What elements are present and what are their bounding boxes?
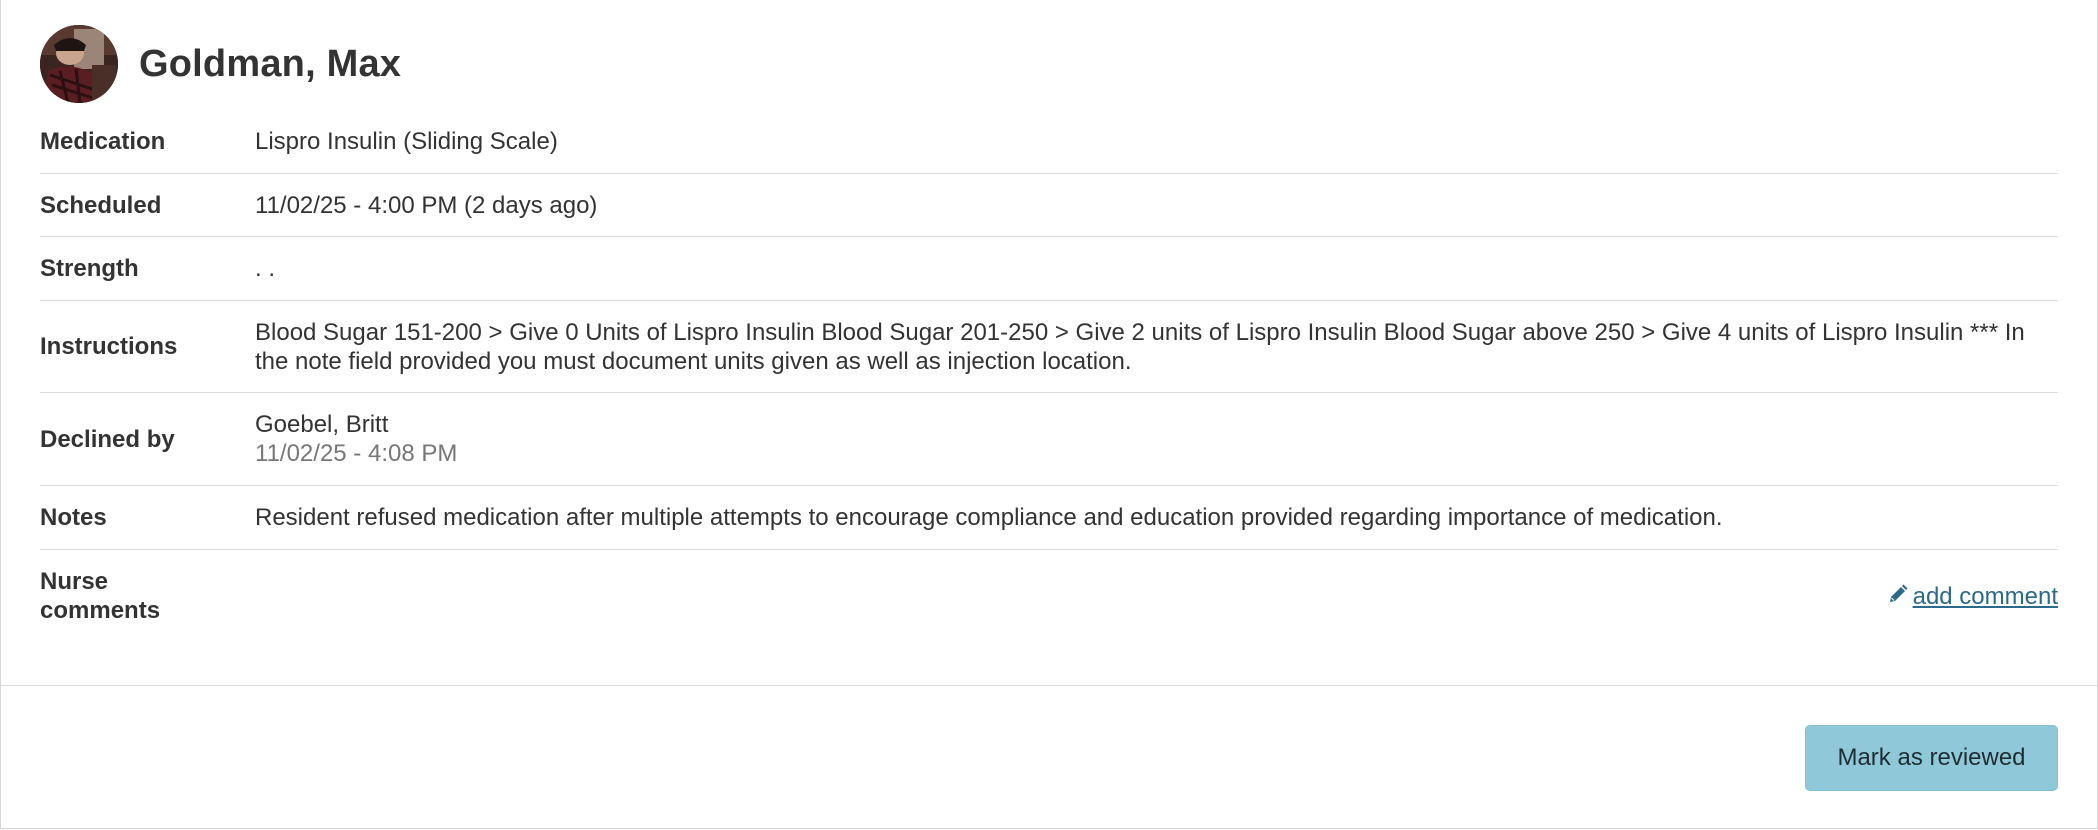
notes-value: Resident refused medication after multip… xyxy=(255,504,1723,531)
medication-review-modal: Goldman, Max Medication Lispro Insulin (… xyxy=(0,0,2098,829)
row-medication: Medication Lispro Insulin (Sliding Scale… xyxy=(40,110,2058,174)
medication-value: Lispro Insulin (Sliding Scale) xyxy=(255,128,558,155)
strength-value: . . xyxy=(255,255,276,282)
row-strength: Strength . . xyxy=(40,237,2058,301)
declined-by-value: Goebel, Britt 11/02/25 - 4:08 PM xyxy=(255,410,2058,468)
patient-avatar xyxy=(40,25,118,103)
modal-footer: Mark as reviewed xyxy=(1,685,2097,829)
notes-label: Notes xyxy=(40,504,107,531)
instructions-label: Instructions xyxy=(40,333,178,360)
nurse-comments-label-line2: comments xyxy=(40,597,161,624)
row-instructions: Instructions Blood Sugar 151-200 > Give … xyxy=(40,301,2058,393)
row-declined-by: Declined by Goebel, Britt 11/02/25 - 4:0… xyxy=(40,393,2058,486)
nurse-comments-label: Nurse comments xyxy=(40,567,255,625)
instructions-value: Blood Sugar 151-200 > Give 0 Units of Li… xyxy=(255,318,2025,375)
pencil-icon xyxy=(1888,582,1908,611)
row-notes: Notes Resident refused medication after … xyxy=(40,486,2058,550)
declined-by-time: 11/02/25 - 4:08 PM xyxy=(255,440,458,467)
scheduled-label: Scheduled xyxy=(40,191,162,219)
patient-header: Goldman, Max xyxy=(40,24,2058,104)
nurse-comments-value: add comment xyxy=(255,582,2058,611)
medication-details-table: Medication Lispro Insulin (Sliding Scale… xyxy=(40,110,2058,642)
patient-name: Goldman, Max xyxy=(139,42,402,85)
nurse-comments-label-line1: Nurse xyxy=(40,568,109,595)
strength-label: Strength xyxy=(40,255,139,282)
scheduled-value: 11/02/25 - 4:00 PM (2 days ago) xyxy=(255,191,598,219)
row-scheduled: Scheduled 11/02/25 - 4:00 PM (2 days ago… xyxy=(40,174,2058,237)
declined-by-label: Declined by xyxy=(40,425,175,453)
medication-label: Medication xyxy=(40,128,166,155)
declined-by-name: Goebel, Britt xyxy=(255,411,389,438)
mark-as-reviewed-button[interactable]: Mark as reviewed xyxy=(1805,725,2058,791)
modal-body: Goldman, Max Medication Lispro Insulin (… xyxy=(1,0,2097,685)
row-nurse-comments: Nurse comments add comment xyxy=(40,550,2058,642)
add-comment-label: add comment xyxy=(1912,582,2058,610)
add-comment-link[interactable]: add comment xyxy=(1888,582,2058,611)
